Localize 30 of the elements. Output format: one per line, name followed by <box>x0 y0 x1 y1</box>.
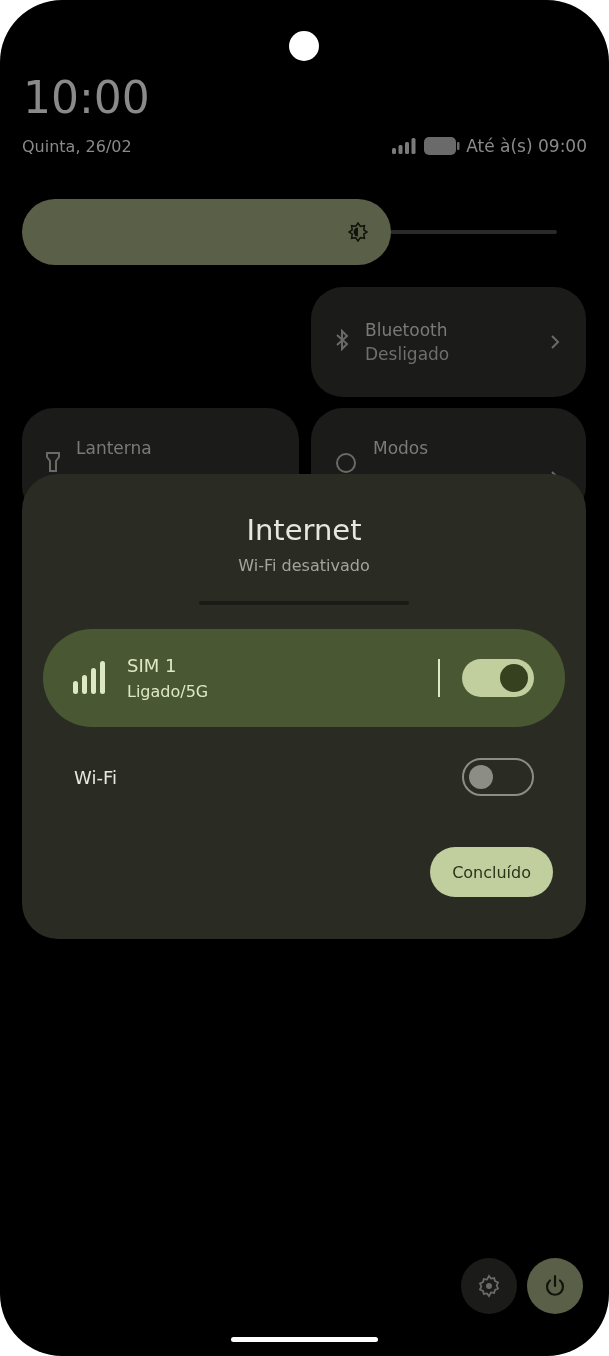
bluetooth-icon <box>335 329 349 351</box>
flashlight-icon <box>46 452 60 472</box>
date-label: Quinta, 26/02 <box>22 136 133 156</box>
clock: 10:00 <box>23 73 151 123</box>
toggle-switch[interactable] <box>462 659 534 697</box>
battery-icon <box>424 137 461 155</box>
network-status: Ligado/5G <box>127 682 210 701</box>
power-icon <box>544 1274 566 1298</box>
settings-icon <box>477 1274 501 1298</box>
alarm-label: Até à(s) 09:00 <box>466 136 587 156</box>
circle-icon <box>335 452 357 474</box>
network-row[interactable]: Wi-Fi <box>43 727 565 827</box>
tile-status: Desligado <box>365 344 451 364</box>
tile-label: Lanterna <box>76 438 153 458</box>
toggle-switch[interactable] <box>462 758 534 796</box>
dialog-subtitle: Wi-Fi desativado <box>238 556 370 575</box>
tile-label: Bluetooth <box>365 320 449 340</box>
network-name: Wi-Fi <box>74 766 118 788</box>
signal-icon <box>73 661 107 695</box>
tile-label: Modos <box>373 438 430 458</box>
settings-button[interactable] <box>461 1258 517 1314</box>
signal-icon <box>392 138 417 154</box>
network-row[interactable]: SIM 1 Ligado/5G <box>43 629 565 727</box>
brightness-icon <box>348 222 369 242</box>
done-button[interactable]: Concluído <box>430 847 553 897</box>
power-button[interactable] <box>527 1258 583 1314</box>
quick-settings-tile[interactable]: Bluetooth Desligado <box>311 287 586 397</box>
camera-dot <box>289 31 319 61</box>
brightness-slider[interactable] <box>22 199 557 265</box>
network-name: SIM 1 <box>127 655 178 676</box>
